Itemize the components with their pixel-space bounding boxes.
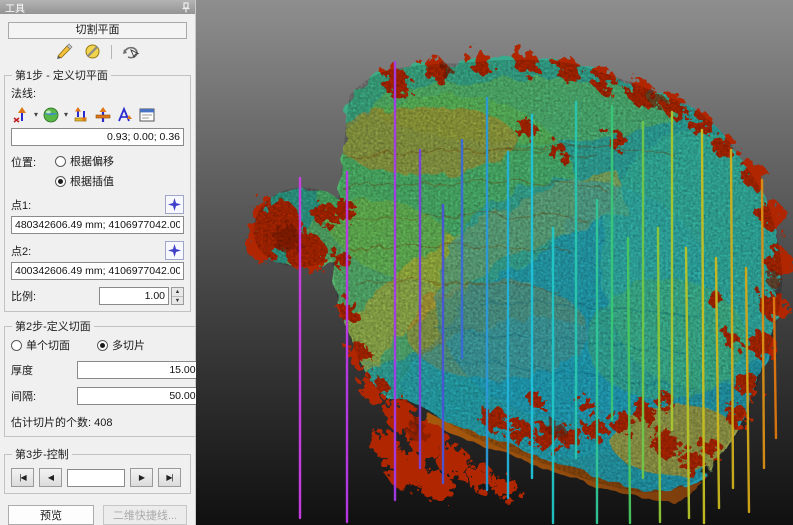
panel-toolbar <box>0 42 195 61</box>
ratio-label: 比例: <box>11 288 36 304</box>
radio-by-offset-dot <box>55 156 66 167</box>
point1-pick-button[interactable] <box>165 195 184 214</box>
radio-single-section-dot <box>11 340 22 351</box>
sphere-normal-caret[interactable]: ▾ <box>64 110 68 119</box>
align-normal-icon[interactable] <box>115 105 134 124</box>
next-slice-button[interactable]: ▶ <box>130 468 153 487</box>
normal-toolbar: ▾ ▾ <box>11 105 184 124</box>
normal-label: 法线: <box>11 85 36 101</box>
radio-by-interpolation[interactable]: 根据插值 <box>55 173 114 189</box>
first-slice-button[interactable]: |◀ <box>11 468 34 487</box>
ratio-input[interactable] <box>99 287 169 305</box>
disable-plane-icon[interactable] <box>83 42 102 61</box>
pick-normal-caret[interactable]: ▾ <box>34 110 38 119</box>
sphere-normal-icon[interactable] <box>41 105 60 124</box>
orbit-pick-icon[interactable] <box>121 42 140 61</box>
application-window: 工具 切割平面 <box>0 0 793 525</box>
radio-multi-slices-label: 多切片 <box>112 337 145 353</box>
axis-normal-icon[interactable] <box>93 105 112 124</box>
panel-title: 工具 <box>5 0 25 15</box>
panel-titlebar[interactable]: 工具 <box>0 0 195 14</box>
flip-normal-icon[interactable] <box>71 105 90 124</box>
pick-normal-icon[interactable] <box>11 105 30 124</box>
shortcut-2d-button[interactable]: 二维快捷线... <box>103 505 187 525</box>
radio-by-offset[interactable]: 根据偏移 <box>55 153 114 169</box>
radio-single-section-label: 单个切面 <box>26 337 70 353</box>
radio-multi-slices-dot <box>97 340 108 351</box>
slice-player: |◀ ◀ ▶ ▶| <box>11 468 184 487</box>
point2-input[interactable] <box>11 262 184 280</box>
preview-button[interactable]: 预览 <box>8 505 94 525</box>
position-label: 位置: <box>11 153 55 170</box>
slice-count-estimate: 估计切片的个数: 408 <box>11 414 112 430</box>
point2-pick-button[interactable] <box>165 241 184 260</box>
edit-plane-icon[interactable] <box>55 42 74 61</box>
tools-panel: 工具 切割平面 <box>0 0 196 525</box>
radio-multi-slices[interactable]: 多切片 <box>97 337 145 353</box>
point1-input[interactable] <box>11 216 184 234</box>
prev-slice-button[interactable]: ◀ <box>39 468 62 487</box>
last-slice-button[interactable]: ▶| <box>158 468 181 487</box>
thickness-label: 厚度 <box>11 362 77 378</box>
slice-index-input[interactable] <box>67 469 125 487</box>
step1-group: 第1步 - 定义切平面 法线: ▾ <box>4 67 191 312</box>
action-row-1: 预览 二维快捷线... <box>8 505 187 525</box>
viewport-3d[interactable] <box>196 0 793 525</box>
step3-group: 第3步-控制 |◀ ◀ ▶ ▶| <box>4 446 191 494</box>
spacing-label: 间隔: <box>11 388 77 404</box>
point-cloud-canvas <box>196 0 793 525</box>
step2-legend: 第2步-定义切面 <box>12 318 94 334</box>
radio-by-interpolation-label: 根据插值 <box>70 173 114 189</box>
pin-icon[interactable] <box>182 2 190 13</box>
ratio-spinner[interactable]: ▲▼ <box>171 287 184 305</box>
step3-legend: 第3步-控制 <box>12 446 72 462</box>
radio-by-offset-label: 根据偏移 <box>70 153 114 169</box>
point1-label: 点1: <box>11 197 31 213</box>
panel-header[interactable]: 切割平面 <box>8 22 187 39</box>
normal-vector-input[interactable] <box>11 128 184 146</box>
toolbar-separator <box>111 45 112 59</box>
radio-single-section[interactable]: 单个切面 <box>11 337 97 353</box>
step1-legend: 第1步 - 定义切平面 <box>12 67 111 83</box>
normal-dialog-icon[interactable] <box>137 105 156 124</box>
point2-label: 点2: <box>11 243 31 259</box>
radio-by-interpolation-dot <box>55 176 66 187</box>
